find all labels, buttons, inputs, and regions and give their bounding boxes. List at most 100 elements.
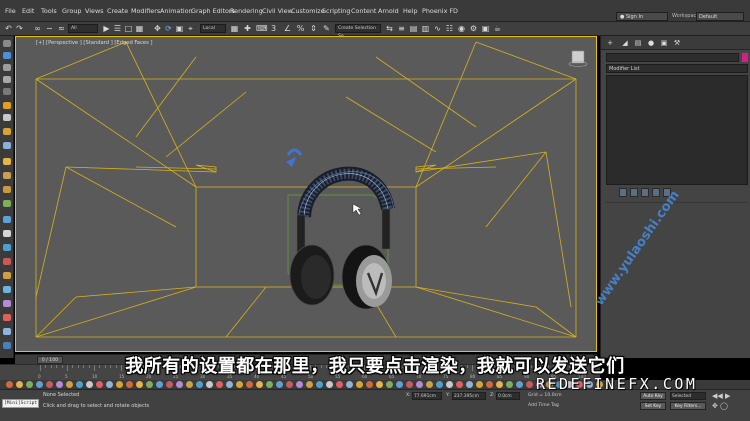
shelf-tool-icon[interactable] [366,381,373,388]
shelf-tool-icon[interactable] [96,381,103,388]
shelf-sphere-icon[interactable] [3,172,11,179]
shelf-select-icon[interactable] [3,40,11,47]
pin-stack-icon[interactable] [619,188,627,197]
shelf-tool-icon[interactable] [166,381,173,388]
motion-tab-icon[interactable]: ● [647,39,655,47]
menu-file[interactable]: File [5,7,16,15]
shelf-tool-icon[interactable] [216,381,223,388]
selection-filter-dropdown[interactable]: All [68,24,98,33]
menu-phoenix-fd[interactable]: Phoenix FD [422,7,458,15]
shelf-box-icon[interactable] [3,230,11,237]
shelf-grid-icon[interactable] [3,76,11,83]
shelf-utilities-icon[interactable] [3,314,11,321]
edit-named-sets-icon[interactable]: ✎ [322,24,331,33]
shelf-tool-icon[interactable] [386,381,393,388]
curve-editor-icon[interactable]: ∿ [433,24,442,33]
shelf-folder-icon[interactable] [3,158,11,165]
shelf-tool-icon[interactable] [56,381,63,388]
create-tab-icon[interactable]: + [606,39,614,47]
shelf-tool-icon[interactable] [456,381,463,388]
layer-explorer-icon[interactable]: ▤ [409,24,418,33]
rotate-icon[interactable]: ⟳ [164,24,173,33]
place-icon[interactable]: ⌖ [186,24,195,33]
shelf-star-icon[interactable] [3,128,11,135]
menu-customize[interactable]: Customize [291,7,325,15]
shelf-tool-icon[interactable] [436,381,443,388]
window-crossing-icon[interactable]: ▦ [135,24,144,33]
shelf-camera-icon[interactable] [3,114,11,121]
shelf-render-icon[interactable] [3,328,11,335]
shelf-plant-icon[interactable] [3,200,11,207]
menu-animation[interactable]: Animation [160,7,193,15]
menu-views[interactable]: Views [85,7,104,15]
shelf-tool-icon[interactable] [126,381,133,388]
shelf-tool-icon[interactable] [156,381,163,388]
shelf-tool-icon[interactable] [86,381,93,388]
shelf-tool-icon[interactable] [346,381,353,388]
render-setup-icon[interactable]: ⚙ [469,24,478,33]
menu-rendering[interactable]: Rendering [230,7,263,15]
make-unique-icon[interactable] [641,188,649,197]
shelf-tool-icon[interactable] [356,381,363,388]
shelf-tool-icon[interactable] [106,381,113,388]
shelf-light-icon[interactable] [3,102,11,109]
align-icon[interactable]: ≡ [397,24,406,33]
shelf-tool-icon[interactable] [76,381,83,388]
menu-civil-view[interactable]: Civil View [262,7,293,15]
shelf-tool-icon[interactable] [16,381,23,388]
object-name-field[interactable] [606,53,739,62]
shelf-tool-icon[interactable] [426,381,433,388]
reference-coordinate-dropdown[interactable]: Local [200,24,226,33]
remove-modifier-icon[interactable] [652,188,660,197]
shelf-tool-icon[interactable] [276,381,283,388]
shelf-tool-icon[interactable] [226,381,233,388]
shelf-tool-icon[interactable] [36,381,43,388]
percent-snap-icon[interactable]: % [296,24,305,33]
shelf-motion-icon[interactable] [3,286,11,293]
menu-create[interactable]: Create [107,7,128,15]
schematic-view-icon[interactable]: ☷ [445,24,454,33]
redo-icon[interactable]: ↷ [15,24,24,33]
playback-controls-icon[interactable]: ◀◀ ▶ [712,392,730,400]
shelf-tool-icon[interactable] [416,381,423,388]
shelf-tool-icon[interactable] [246,381,253,388]
named-selection-set-dropdown[interactable]: Create Selection Se [335,24,381,39]
shelf-tool-icon[interactable] [26,381,33,388]
link-icon[interactable]: ∞ [33,24,42,33]
shelf-tool-icon[interactable] [256,381,263,388]
shelf-display-icon[interactable] [3,300,11,307]
shelf-tool-icon[interactable] [296,381,303,388]
perspective-viewport[interactable]: [+] [Perspective ] [Standard ] [Edged Fa… [15,36,597,352]
keyboard-shortcut-icon[interactable]: ⌨ [256,24,268,33]
menu-group[interactable]: Group [62,7,81,15]
snaps-toggle-icon[interactable]: 3 [269,24,278,33]
shelf-tool-icon[interactable] [516,381,523,388]
shelf-tool-icon[interactable] [66,381,73,388]
scene-explorer-icon[interactable]: ▥ [421,24,430,33]
selected-dropdown[interactable]: Selected [670,392,706,400]
undo-icon[interactable]: ↶ [4,24,13,33]
display-tab-icon[interactable]: ▣ [660,39,668,47]
shelf-tool-icon[interactable] [206,381,213,388]
rendered-frame-window-icon[interactable]: ▣ [481,24,490,33]
shelf-tool-icon[interactable] [446,381,453,388]
shelf-tool-icon[interactable] [6,381,13,388]
shelf-layers-icon[interactable] [3,64,11,71]
select-object-icon[interactable]: ▶ [102,24,111,33]
shelf-tool-icon[interactable] [316,381,323,388]
spinner-snap-icon[interactable]: ⇕ [309,24,318,33]
render-production-icon[interactable]: ☕ [493,24,502,33]
menu-content[interactable]: Content [351,7,376,15]
unlink-icon[interactable]: ∼ [45,24,54,33]
shelf-tool-icon[interactable] [376,381,383,388]
add-time-tag[interactable]: Add Time Tag [528,403,559,408]
shelf-tool-icon[interactable] [326,381,333,388]
menu-modifiers[interactable]: Modifiers [131,7,160,15]
auto-key-button[interactable]: Auto Key [640,392,666,400]
menu-graph-editors[interactable]: Graph Editors [191,7,235,15]
shelf-hierarchy-icon[interactable] [3,272,11,279]
shelf-tool-icon[interactable] [506,381,513,388]
z-coordinate-field[interactable]: 0.0cm [496,392,520,400]
mirror-icon[interactable]: ⇆ [385,24,394,33]
y-coordinate-field[interactable]: 237.395cm [452,392,486,400]
